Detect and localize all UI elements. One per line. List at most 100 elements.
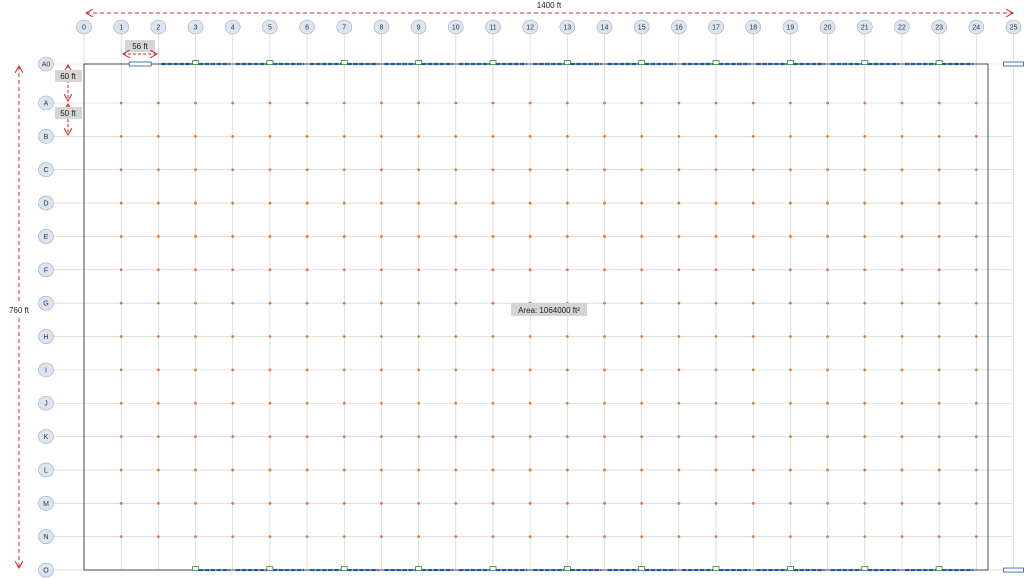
column-dot: [826, 101, 829, 105]
column-dot: [789, 335, 792, 338]
column-bubble: 9: [410, 19, 427, 35]
column-dot: [194, 134, 197, 138]
column-dot: [603, 301, 606, 305]
column-dot: [491, 101, 495, 105]
column-dot: [491, 501, 495, 505]
column-dot: [714, 435, 718, 438]
column-dot: [603, 201, 606, 205]
row-bubble: M: [38, 496, 54, 511]
row-bubble-label: G: [43, 301, 48, 308]
column-dot: [156, 168, 160, 172]
column-dot: [194, 101, 197, 105]
column-dot: [231, 235, 235, 238]
row-bubble: H: [38, 329, 54, 344]
column-dot: [863, 268, 867, 272]
column-dot: [937, 235, 941, 238]
column-dot: [974, 468, 978, 472]
column-bubble-label: 23: [935, 25, 943, 32]
column-dot: [863, 101, 867, 105]
column-dot: [863, 535, 867, 539]
first-row-spacing-dimension: 60 ft: [55, 65, 82, 101]
column-dot: [826, 501, 829, 505]
column-dot: [677, 101, 681, 105]
column-dot: [119, 501, 123, 505]
column-dot: [714, 201, 718, 205]
column-dot: [900, 435, 904, 438]
column-bubble-label: 5: [268, 25, 272, 32]
first-row-spacing-label: 60 ft: [60, 72, 76, 81]
column-dot: [789, 235, 792, 238]
column-dot: [119, 335, 123, 338]
column-dot: [491, 168, 495, 172]
column-dot: [119, 201, 123, 205]
column-dot: [454, 168, 458, 172]
column-dot: [863, 335, 867, 338]
column-dot: [119, 535, 123, 539]
column-dot: [268, 335, 272, 338]
row-bubble-label: E: [44, 234, 49, 241]
dock-marker: [563, 60, 571, 65]
column-dot: [937, 168, 941, 172]
column-dot: [305, 501, 309, 505]
column-dot: [417, 235, 421, 238]
row-bubble: F: [38, 262, 54, 278]
column-dot: [156, 201, 160, 205]
column-bubble: 14: [596, 19, 613, 35]
column-dot: [603, 535, 606, 539]
row-bubble-label: K: [44, 434, 49, 441]
column-bubble-label: 18: [749, 25, 757, 32]
row-bubble-label: A0: [42, 62, 51, 69]
column-dot: [640, 301, 644, 305]
column-bubble: 22: [894, 19, 910, 35]
column-dot: [268, 235, 272, 238]
column-dot: [937, 101, 941, 105]
column-dot: [974, 501, 978, 505]
column-dot: [789, 268, 792, 272]
column-dot: [565, 435, 569, 438]
column-dot: [119, 235, 123, 238]
column-dot: [900, 301, 904, 305]
column-dot: [454, 134, 458, 138]
column-dot: [714, 101, 718, 105]
column-dot: [156, 301, 160, 305]
column-dot: [565, 201, 569, 205]
column-bubble-label: 4: [231, 25, 235, 32]
column-dot: [380, 468, 383, 472]
column-dot: [565, 268, 569, 272]
column-dot: [677, 168, 681, 172]
column-dot: [268, 268, 272, 272]
column-dot: [900, 168, 904, 172]
column-dot: [863, 168, 867, 172]
column-dot: [714, 268, 718, 272]
column-dot: [491, 235, 495, 238]
column-dot: [119, 134, 123, 138]
column-dot: [417, 368, 421, 372]
column-dot: [751, 268, 755, 272]
column-dot: [454, 368, 458, 372]
column-dot: [194, 468, 197, 472]
column-dot: [826, 168, 829, 172]
column-bubble-label: 25: [1010, 25, 1018, 32]
column-dot: [194, 201, 197, 205]
column-dot: [342, 134, 346, 138]
column-dot: [826, 268, 829, 272]
column-dot: [268, 501, 272, 505]
column-dot: [603, 401, 606, 405]
column-bubble-label: 13: [563, 25, 571, 32]
column-dot: [603, 101, 606, 105]
column-dot: [491, 134, 495, 138]
column-dot: [417, 134, 421, 138]
column-bubble: 8: [373, 19, 390, 35]
column-bubble: 25: [1005, 19, 1022, 35]
column-dot: [565, 368, 569, 372]
column-dot: [640, 335, 644, 338]
row-bubble-label: B: [44, 134, 49, 141]
column-dot: [603, 268, 606, 272]
column-dot: [974, 535, 978, 539]
column-bubble-label: 6: [305, 25, 309, 32]
column-dot: [342, 468, 346, 472]
column-dot: [863, 235, 867, 238]
total-height-label: 760 ft: [9, 306, 30, 315]
column-dot: [751, 468, 755, 472]
column-dot: [937, 301, 941, 305]
